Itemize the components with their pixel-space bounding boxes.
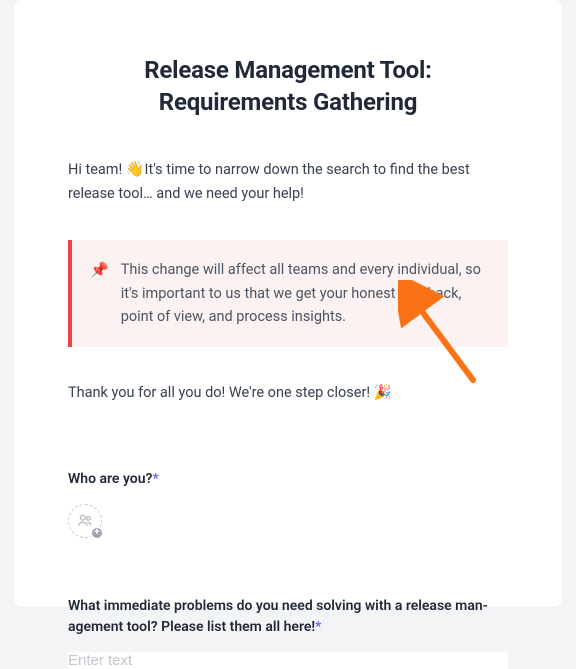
people-picker[interactable]: + <box>68 504 102 538</box>
question-label: Who are you?* <box>68 469 508 490</box>
question-text: Who are you? <box>68 471 152 487</box>
intro-prefix: Hi team! <box>68 161 126 178</box>
wave-icon: 👋 <box>126 160 145 178</box>
add-person-icon: + <box>90 526 104 540</box>
party-popper-icon: 🎉 <box>374 384 392 401</box>
callout-text: This change will affect all teams and ev… <box>121 258 486 330</box>
required-marker: * <box>152 471 158 487</box>
title-line-1: Release Management Tool: <box>144 56 431 84</box>
intro-paragraph: Hi team! 👋It's time to narrow down the s… <box>68 157 508 206</box>
question-text: What immediate problems do you need solv… <box>68 598 488 635</box>
thankyou-paragraph: Thank you for all you do! We're one step… <box>68 381 508 404</box>
thankyou-text: Thank you for all you do! We're one step… <box>68 384 374 401</box>
required-marker: * <box>315 619 321 635</box>
feedback-callout: 📌 This change will affect all teams and … <box>68 240 508 348</box>
pin-icon: 📌 <box>90 258 109 330</box>
problems-input[interactable] <box>68 652 508 669</box>
form-card: Release Management Tool: Requirements Ga… <box>14 0 562 607</box>
title-line-2: Requirements Gathering <box>159 88 417 116</box>
question-who-are-you: Who are you?* + <box>68 469 508 538</box>
question-label: What immediate problems do you need solv… <box>68 596 508 638</box>
page-title: Release Management Tool: Requirements Ga… <box>68 54 508 119</box>
people-icon <box>76 511 94 529</box>
